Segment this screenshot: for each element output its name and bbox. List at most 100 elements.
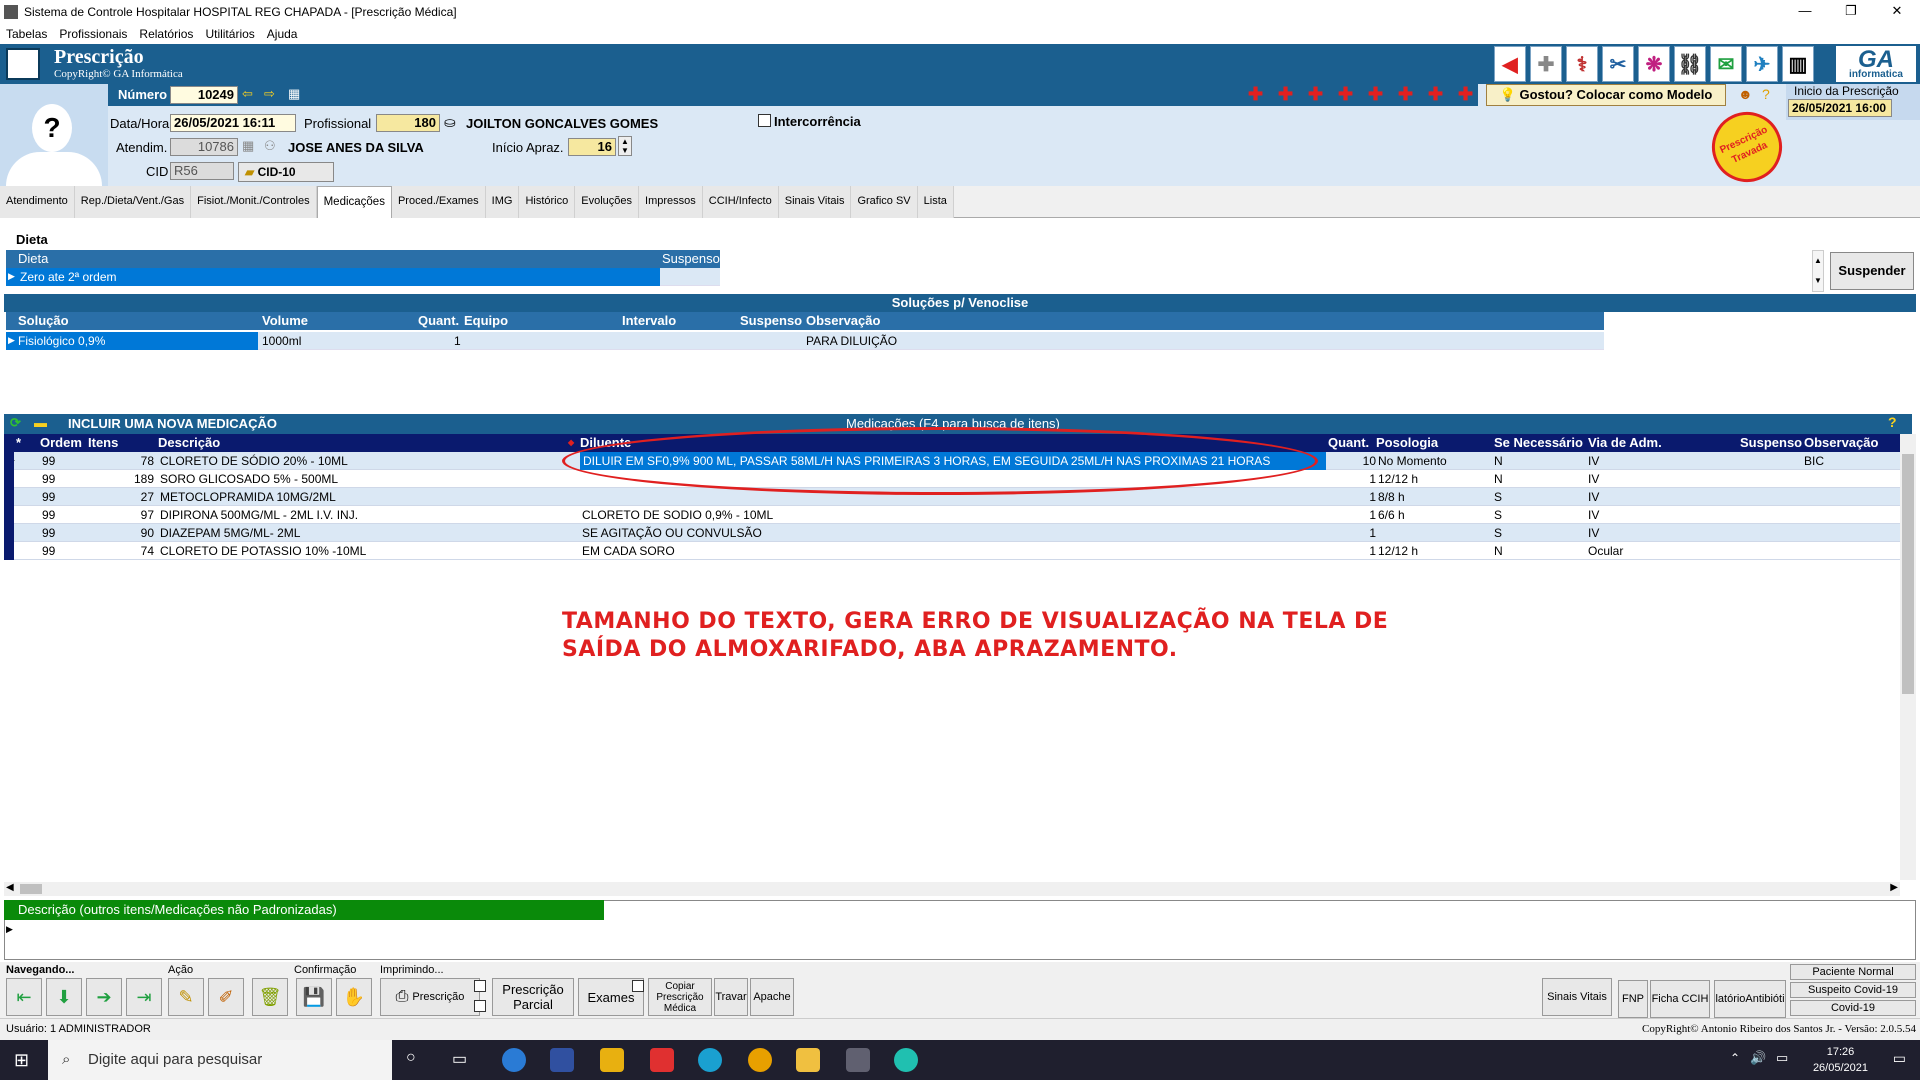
gostou-modelo-button[interactable]: 💡 Gostou? Colocar como Modelo — [1486, 84, 1726, 106]
table-row[interactable]: 99 97 DIPIRONA 500MG/ML - 2ML I.V. INJ. … — [4, 506, 1900, 524]
menu-ajuda[interactable]: Ajuda — [267, 27, 298, 41]
solucoes-row[interactable]: ▶ Fisiológico 0,9% 1000ml 1 PARA DILUIÇÃ… — [6, 332, 1604, 350]
tab-sinais-vitais[interactable]: Sinais Vitais — [778, 186, 852, 218]
taskbar-search[interactable]: ⌕ Digite aqui para pesquisar — [48, 1040, 392, 1080]
search-doctor-icon[interactable]: ⛀ — [444, 114, 456, 131]
sinais-vitais-button[interactable]: Sinais Vitais — [1542, 978, 1612, 1016]
hscroll-thumb[interactable] — [20, 884, 42, 894]
intercorrencia-checkbox[interactable] — [758, 114, 771, 127]
edge-icon[interactable] — [698, 1048, 722, 1072]
browser-icon[interactable] — [894, 1048, 918, 1072]
fnp-button[interactable]: FNP — [1618, 980, 1648, 1018]
medicacoes-vscrollbar[interactable] — [1900, 434, 1916, 880]
plus-red-icon[interactable]: ✚ — [1368, 84, 1383, 105]
profissional-code-field[interactable]: 180 — [376, 114, 440, 132]
plus-red-icon[interactable]: ✚ — [1398, 84, 1413, 105]
cid10-button[interactable]: ▰ CID-10 — [238, 162, 334, 182]
prescricao-parcial-button[interactable]: Prescrição Parcial — [492, 978, 574, 1016]
network-icon[interactable]: ▭ — [1776, 1050, 1788, 1066]
sms-icon[interactable]: ✉ — [1710, 46, 1742, 82]
next-record-icon[interactable]: ➔ — [86, 978, 122, 1016]
file-explorer-icon[interactable] — [796, 1048, 820, 1072]
plus-red-icon[interactable]: ✚ — [1278, 84, 1293, 105]
plus-icon[interactable]: ✚ — [1530, 46, 1562, 82]
tab-fisiot[interactable]: Fisiot./Monit./Controles — [191, 186, 317, 218]
volume-icon[interactable]: 🔊 — [1750, 1050, 1766, 1066]
suspeito-covid-button[interactable]: Suspeito Covid-19 — [1790, 982, 1916, 998]
cancel-hand-icon[interactable]: ✋ — [336, 978, 372, 1016]
menu-tabelas[interactable]: Tabelas — [6, 27, 47, 41]
scroll-right-icon[interactable]: ▶ — [1890, 882, 1898, 893]
menu-profissionais[interactable]: Profissionais — [59, 27, 127, 41]
travar-button[interactable]: Travar — [714, 978, 748, 1016]
atendim-code-field[interactable]: 10786 — [170, 138, 238, 156]
tab-ccih[interactable]: CCIH/Infecto — [702, 186, 779, 218]
scroll-left-icon[interactable]: ◀ — [6, 882, 14, 893]
edit-icon[interactable]: ✎ — [168, 978, 204, 1016]
help-icon[interactable]: ? — [1762, 86, 1770, 102]
dieta-row[interactable]: ▶ Zero ate 2ª ordem — [6, 268, 720, 286]
app-icon[interactable] — [550, 1048, 574, 1072]
tab-medicacoes[interactable]: Medicações — [316, 186, 392, 218]
plus-red-icon[interactable]: ✚ — [1428, 84, 1443, 105]
tab-proced-exames[interactable]: Proced./Exames — [391, 186, 486, 218]
scroll-thumb[interactable] — [1902, 454, 1914, 694]
copiar-prescricao-button[interactable]: Copiar Prescrição Médica — [648, 978, 712, 1016]
plus-red-icon[interactable]: ✚ — [1458, 84, 1473, 105]
minimize-button[interactable]: — — [1782, 0, 1828, 24]
molecule-icon[interactable]: ❋ — [1638, 46, 1670, 82]
new-medication-icon[interactable]: ▬ — [34, 415, 47, 430]
covid-button[interactable]: Covid-19 — [1790, 1000, 1916, 1016]
table-row[interactable]: 99 90 DIAZEPAM 5MG/ML- 2ML SE AGITAÇÃO O… — [4, 524, 1900, 542]
people-icon[interactable]: ☻ — [1738, 86, 1753, 102]
pencil-icon[interactable]: ✐ — [208, 978, 244, 1016]
numero-field[interactable]: 10249 — [170, 86, 238, 104]
chrome-icon[interactable] — [748, 1048, 772, 1072]
windows-start-icon[interactable]: ⊞ — [14, 1050, 29, 1071]
notification-icon[interactable]: ▭ — [1893, 1050, 1906, 1067]
tab-rep-dieta[interactable]: Rep./Dieta/Vent./Gas — [74, 186, 192, 218]
incluir-medicacao-button[interactable]: INCLUIR UMA NOVA MEDICAÇÃO — [68, 416, 277, 431]
calc-icon[interactable]: ▦ — [242, 138, 254, 154]
tab-atendimento[interactable]: Atendimento — [0, 186, 75, 218]
last-record-icon[interactable]: ⇥ — [126, 978, 162, 1016]
trash-icon[interactable]: 🗑 — [252, 978, 288, 1016]
datahora-field[interactable]: 26/05/2021 16:11 — [170, 114, 296, 132]
mail-icon[interactable]: ✈ — [1746, 46, 1778, 82]
suspender-button[interactable]: Suspender — [1830, 252, 1914, 290]
prev-record-icon[interactable]: ⬇ — [46, 978, 82, 1016]
dieta-scrollbar[interactable]: ▲ ▼ — [1812, 250, 1824, 292]
menu-utilitarios[interactable]: Utilitários — [205, 27, 254, 41]
person-icon[interactable]: ⚇ — [264, 138, 276, 154]
apraz-spinner[interactable]: ▲ ▼ — [618, 136, 632, 156]
maximize-button[interactable]: ❐ — [1828, 0, 1874, 24]
inicio-prescricao-field[interactable]: 26/05/2021 16:00 — [1788, 99, 1892, 117]
next-arrow-icon[interactable]: ⇨ — [264, 86, 275, 102]
medical-icon[interactable]: ⚕ — [1566, 46, 1598, 82]
prev-arrow-icon[interactable]: ⇦ — [242, 86, 253, 102]
apache-button[interactable]: Apache — [750, 978, 794, 1016]
ficha-ccih-button[interactable]: Ficha CCIH — [1650, 980, 1710, 1018]
exames-checkbox[interactable] — [632, 980, 644, 992]
close-button[interactable]: ✕ — [1874, 0, 1920, 24]
tools-icon[interactable]: ✂ — [1602, 46, 1634, 82]
taskbar-clock[interactable]: 17:26 26/05/2021 — [1813, 1044, 1868, 1076]
tab-lista[interactable]: Lista — [917, 186, 954, 218]
prescricao-checkbox-1[interactable] — [474, 980, 486, 992]
help-icon[interactable]: ? — [1888, 414, 1897, 430]
inicio-apraz-field[interactable]: 16 — [568, 138, 616, 156]
paciente-normal-button[interactable]: Paciente Normal — [1790, 964, 1916, 980]
anydesk-icon[interactable] — [650, 1048, 674, 1072]
tab-evolucoes[interactable]: Evoluções — [575, 186, 640, 218]
tab-grafico-sv[interactable]: Grafico SV — [851, 186, 918, 218]
tray-chevron-icon[interactable]: ⌃ — [1730, 1051, 1740, 1065]
refresh-icon[interactable]: ⟳ — [10, 415, 21, 431]
powerbi-icon[interactable] — [600, 1048, 624, 1072]
task-view-icon[interactable]: ▭ — [452, 1049, 467, 1069]
first-record-icon[interactable]: ⇤ — [6, 978, 42, 1016]
calendar-icon[interactable]: ▦ — [288, 86, 300, 102]
link-icon[interactable]: ⛓ — [1674, 46, 1706, 82]
cortana-icon[interactable]: ○ — [406, 1049, 416, 1067]
relatorio-antibiotico-button[interactable]: latórioAntibióti — [1714, 980, 1786, 1018]
table-row[interactable]: 99 74 CLORETO DE POTASSIO 10% -10ML EM C… — [4, 542, 1900, 560]
